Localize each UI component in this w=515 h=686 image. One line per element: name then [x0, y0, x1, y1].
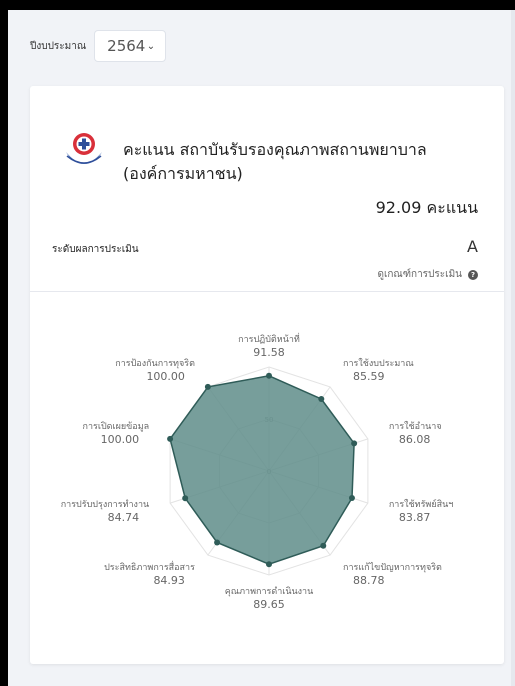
- radar-chart: 050การปฏิบัติหน้าที่91.58การใช้งบประมาณ8…: [61, 332, 454, 611]
- radar-category-label: คุณภาพการดำเนินงาน: [225, 586, 314, 597]
- radar-point: [318, 395, 325, 402]
- radar-value-label: 100.00: [146, 370, 185, 383]
- page-frame: ปีงบประมาณ 2564 ⌄ คะแนน สถาบันรับรองคุณภ…: [8, 10, 515, 686]
- chevron-down-icon: ⌄: [146, 40, 156, 52]
- fiscal-year-label: ปีงบประมาณ: [30, 40, 87, 52]
- fiscal-year-value: 2564: [107, 37, 146, 55]
- radar-point: [351, 440, 358, 447]
- view-criteria-label: ดูเกณฑ์การประเมิน: [377, 269, 462, 280]
- total-score: 92.09 คะแนน: [376, 196, 478, 221]
- radar-point: [182, 495, 189, 502]
- radar-value-label: 84.74: [108, 511, 140, 524]
- assessment-level-label: ระดับผลการประเมิน: [52, 244, 139, 255]
- fiscal-year-select[interactable]: 2564 ⌄: [94, 30, 167, 62]
- radar-category-label: ประสิทธิภาพการสื่อสาร: [104, 560, 195, 573]
- radar-category-label: การปฏิบัติหน้าที่: [238, 332, 300, 345]
- radar-value-label: 100.00: [101, 433, 140, 446]
- radar-point: [266, 561, 272, 568]
- fiscal-year-filter: ปีงบประมาณ 2564 ⌄: [30, 30, 167, 62]
- score-unit: คะแนน: [426, 198, 478, 217]
- radar-category-label: การแก้ไขปัญหาการทุจริต: [343, 562, 442, 573]
- score-value: 92.09: [375, 198, 422, 217]
- radar-value-label: 83.87: [399, 511, 431, 524]
- radar-category-label: การใช้อำนาจ: [389, 421, 442, 432]
- radar-category-label: การใช้ทรัพย์สินฯ: [389, 498, 454, 510]
- view-criteria-link[interactable]: ดูเกณฑ์การประเมิน ?: [377, 267, 478, 282]
- radar-series-area: [169, 375, 355, 566]
- assessment-level-value: A: [467, 237, 478, 256]
- radar-value-label: 88.78: [353, 574, 385, 587]
- radar-category-label: การเปิดเผยข้อมูล: [83, 421, 150, 432]
- score-card: คะแนน สถาบันรับรองคุณภาพสถานพยาบาล (องค์…: [30, 86, 504, 664]
- radar-point: [320, 542, 327, 549]
- radar-point: [167, 435, 174, 442]
- radar-category-label: การใช้งบประมาณ: [343, 358, 414, 369]
- radar-value-label: 91.58: [253, 346, 285, 359]
- radar-value-label: 86.08: [399, 433, 431, 446]
- radar-point: [348, 494, 355, 501]
- hospital-cross-logo: [66, 133, 102, 164]
- scrollbar[interactable]: [511, 10, 515, 686]
- radar-value-label: 85.59: [353, 370, 385, 383]
- radar-category-label: การปรับปรุงการทำงาน: [61, 499, 149, 510]
- radar-point: [266, 372, 272, 379]
- radar-category-label: การป้องกันการทุจริต: [115, 358, 195, 369]
- question-circle-icon: ?: [468, 269, 478, 280]
- radar-value-label: 84.93: [153, 574, 185, 587]
- radar-point: [214, 539, 221, 546]
- radar-value-label: 89.65: [253, 598, 285, 611]
- radar-point: [204, 383, 211, 390]
- organization-name: คะแนน สถาบันรับรองคุณภาพสถานพยาบาล (องค์…: [123, 140, 427, 183]
